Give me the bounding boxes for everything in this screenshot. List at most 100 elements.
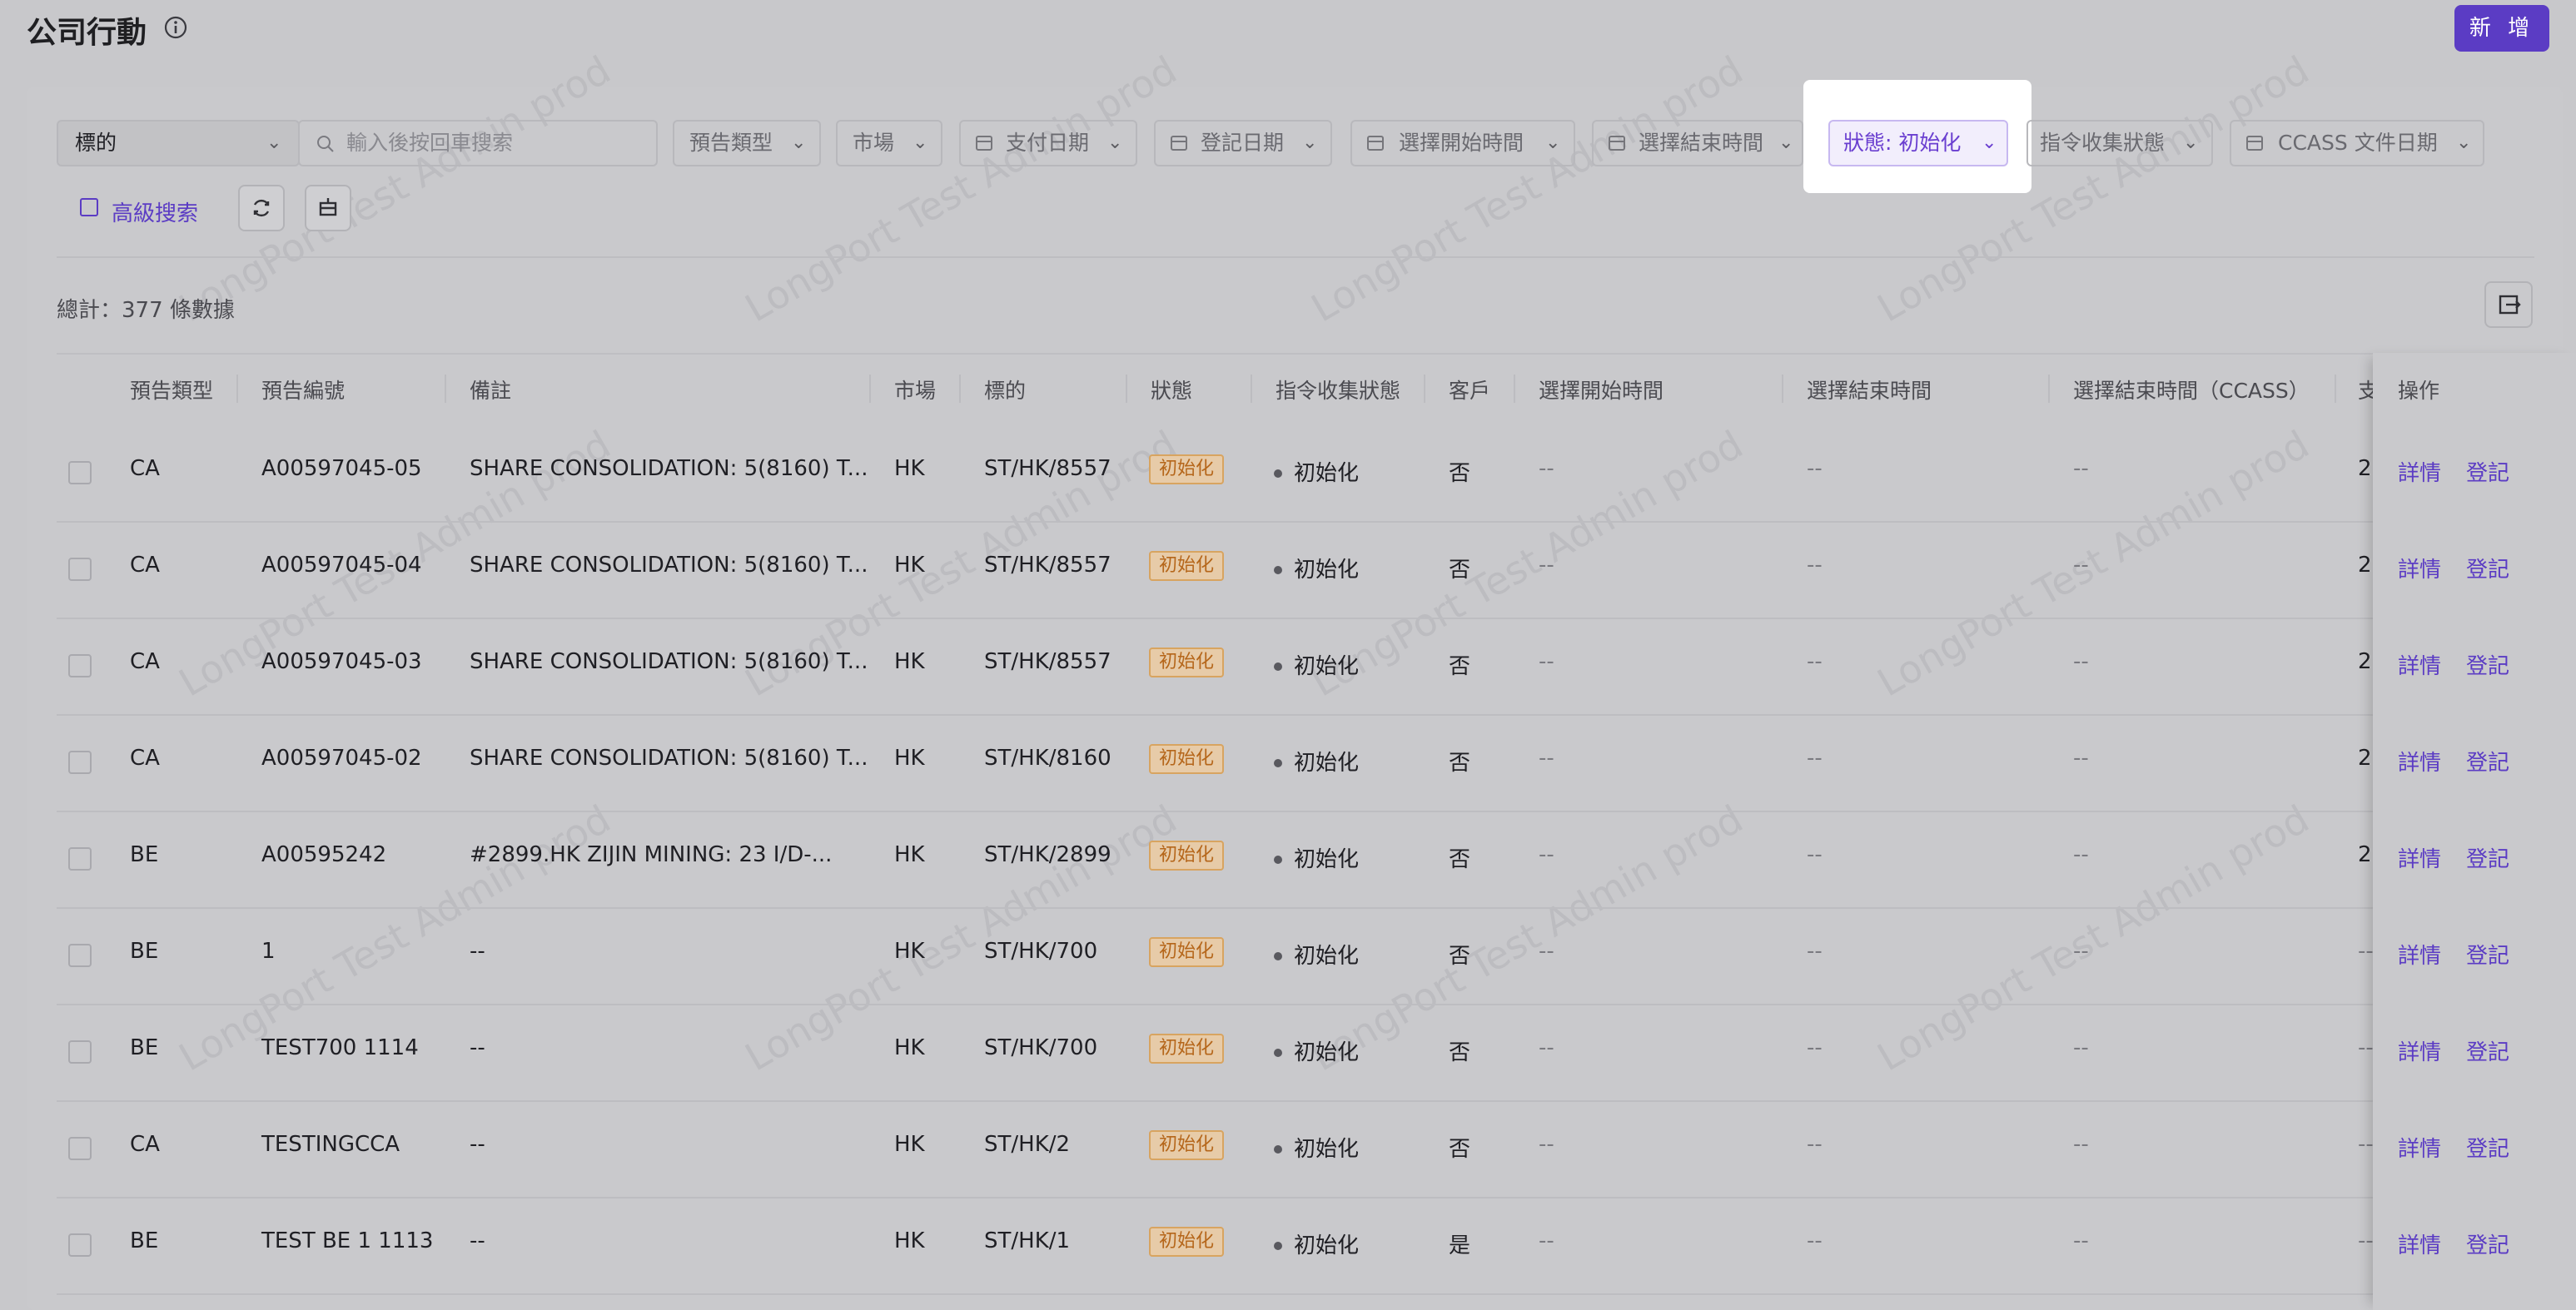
column-header[interactable]: 客戶 (1449, 375, 1490, 404)
detail-link[interactable]: 詳情 (2398, 1228, 2441, 1259)
filter-label: 狀態: 初始化 (1843, 131, 1962, 155)
row-checkbox[interactable] (68, 1040, 92, 1064)
remark-cell: -- (470, 939, 485, 964)
search-input[interactable]: 輸入後按回車搜索 (298, 120, 658, 166)
refresh-button[interactable] (238, 185, 285, 231)
end-ccass-cell: -- (2073, 456, 2089, 481)
instruction-cell: 初始化 (1294, 654, 1360, 679)
table-row: BE A00595242 #2899.HK ZIJIN MINING: 23 I/D… (57, 811, 2534, 909)
announcement-type-filter[interactable]: 預告類型 ⌄ (673, 120, 821, 166)
column-separator (959, 375, 961, 403)
register-date-filter[interactable]: 登記日期 ⌄ (1154, 120, 1332, 166)
status-filter[interactable]: 狀態: 初始化 ⌄ (1828, 120, 2008, 166)
search-icon (317, 136, 334, 152)
instruction-cell: 初始化 (1294, 1233, 1360, 1258)
type-cell: CA (130, 553, 160, 578)
detail-link[interactable]: 詳情 (2398, 746, 2441, 777)
column-separator (1514, 375, 1515, 403)
column-header[interactable]: 預告類型 (130, 375, 213, 404)
advanced-search-link[interactable]: 高級搜索 (112, 196, 198, 227)
page-title: 公司行動 (27, 16, 147, 50)
calendar-icon (2246, 136, 2263, 151)
filter-label: 支付日期 (1006, 131, 1090, 155)
target-cell: ST/HK/700 (984, 939, 1098, 964)
select-start-time-filter[interactable]: 選擇開始時間 ⌄ (1350, 120, 1575, 166)
instruction-status-filter[interactable]: 指令收集狀態 ⌄ (2026, 120, 2213, 166)
type-cell: BE (130, 842, 159, 867)
chevron-down-icon: ⌄ (1302, 132, 1318, 153)
row-checkbox[interactable] (68, 1233, 92, 1257)
register-link[interactable]: 登記 (2466, 842, 2509, 873)
detail-link[interactable]: 詳情 (2398, 553, 2441, 583)
column-separator (1251, 375, 1252, 403)
detail-link[interactable]: 詳情 (2398, 456, 2441, 487)
target-cell: ST/HK/2 (984, 1132, 1071, 1157)
end-ccass-cell: -- (2073, 1035, 2089, 1060)
instruction-cell: 初始化 (1294, 847, 1360, 872)
row-checkbox[interactable] (68, 847, 92, 871)
table-row: CA A00597045-02 SHARE CONSOLIDATION: 5(816… (57, 714, 2534, 812)
register-link[interactable]: 登記 (2466, 649, 2509, 680)
end-time-cell: -- (1807, 1228, 1823, 1253)
column-header[interactable]: 預告編號 (261, 375, 345, 404)
column-header[interactable]: 備註 (470, 375, 511, 404)
status-badge: 初始化 (1149, 454, 1225, 484)
column-header[interactable]: 指令收集狀態 (1276, 375, 1400, 404)
client-cell: 否 (1449, 751, 1471, 776)
column-header[interactable]: 選擇結束時間（CCASS） (2073, 375, 2310, 404)
end-time-cell: -- (1807, 649, 1823, 674)
market-cell: HK (894, 939, 925, 964)
pay-date-filter[interactable]: 支付日期 ⌄ (959, 120, 1137, 166)
row-checkbox[interactable] (68, 654, 92, 677)
end-ccass-cell: -- (2073, 553, 2089, 578)
detail-link[interactable]: 詳情 (2398, 939, 2441, 970)
end-ccass-cell: -- (2073, 842, 2089, 867)
select-end-time-filter[interactable]: 選擇結束時間 ⌄ (1592, 120, 1803, 166)
status-dot (1274, 662, 1282, 671)
type-cell: CA (130, 456, 160, 481)
register-link[interactable]: 登記 (2466, 1132, 2509, 1163)
table-row: CA A00597045-03 SHARE CONSOLIDATION: 5(816… (57, 618, 2534, 716)
instruction-cell: 初始化 (1294, 461, 1360, 486)
clear-button[interactable] (305, 185, 351, 231)
row-checkbox[interactable] (68, 1137, 92, 1160)
filter-label: 選擇開始時間 (1399, 131, 1524, 155)
register-link[interactable]: 登記 (2466, 746, 2509, 777)
detail-link[interactable]: 詳情 (2398, 649, 2441, 680)
new-button[interactable]: 新 增 (2454, 5, 2549, 52)
market-filter[interactable]: 市場 ⌄ (836, 120, 942, 166)
detail-link[interactable]: 詳情 (2398, 842, 2441, 873)
end-time-cell: -- (1807, 456, 1823, 481)
column-header[interactable]: 選擇開始時間 (1539, 375, 1663, 404)
row-checkbox[interactable] (68, 558, 92, 581)
pay-date-cell: -- (2358, 1035, 2374, 1060)
client-cell: 否 (1449, 461, 1471, 486)
detail-link[interactable]: 詳情 (2398, 1132, 2441, 1163)
client-cell: 否 (1449, 654, 1471, 679)
register-link[interactable]: 登記 (2466, 456, 2509, 487)
end-ccass-cell: -- (2073, 746, 2089, 771)
column-header[interactable]: 選擇結束時間 (1807, 375, 1932, 404)
register-link[interactable]: 登記 (2466, 1228, 2509, 1259)
info-icon[interactable] (163, 15, 188, 40)
calendar-icon (1171, 136, 1187, 151)
filter-label: 市場 (853, 131, 895, 155)
detail-link[interactable]: 詳情 (2398, 1035, 2441, 1066)
row-checkbox[interactable] (68, 944, 92, 967)
row-checkbox[interactable] (68, 461, 92, 484)
row-checkbox[interactable] (68, 751, 92, 774)
column-header[interactable]: 標的 (984, 375, 1026, 404)
market-cell: HK (894, 1132, 925, 1157)
column-header[interactable]: 市場 (894, 375, 936, 404)
target-select[interactable]: 標的 ⌄ (57, 120, 300, 166)
search-placeholder: 輸入後按回車搜索 (346, 131, 514, 155)
register-link[interactable]: 登記 (2466, 1035, 2509, 1066)
type-cell: BE (130, 939, 159, 964)
remark-cell: SHARE CONSOLIDATION: 5(8160) T... (470, 456, 868, 481)
register-link[interactable]: 登記 (2466, 553, 2509, 583)
status-badge: 初始化 (1149, 551, 1225, 581)
column-header[interactable]: 狀態 (1151, 375, 1192, 404)
export-button[interactable] (2484, 281, 2533, 328)
ccass-doc-date-filter[interactable]: CCASS 文件日期 ⌄ (2230, 120, 2484, 166)
register-link[interactable]: 登記 (2466, 939, 2509, 970)
